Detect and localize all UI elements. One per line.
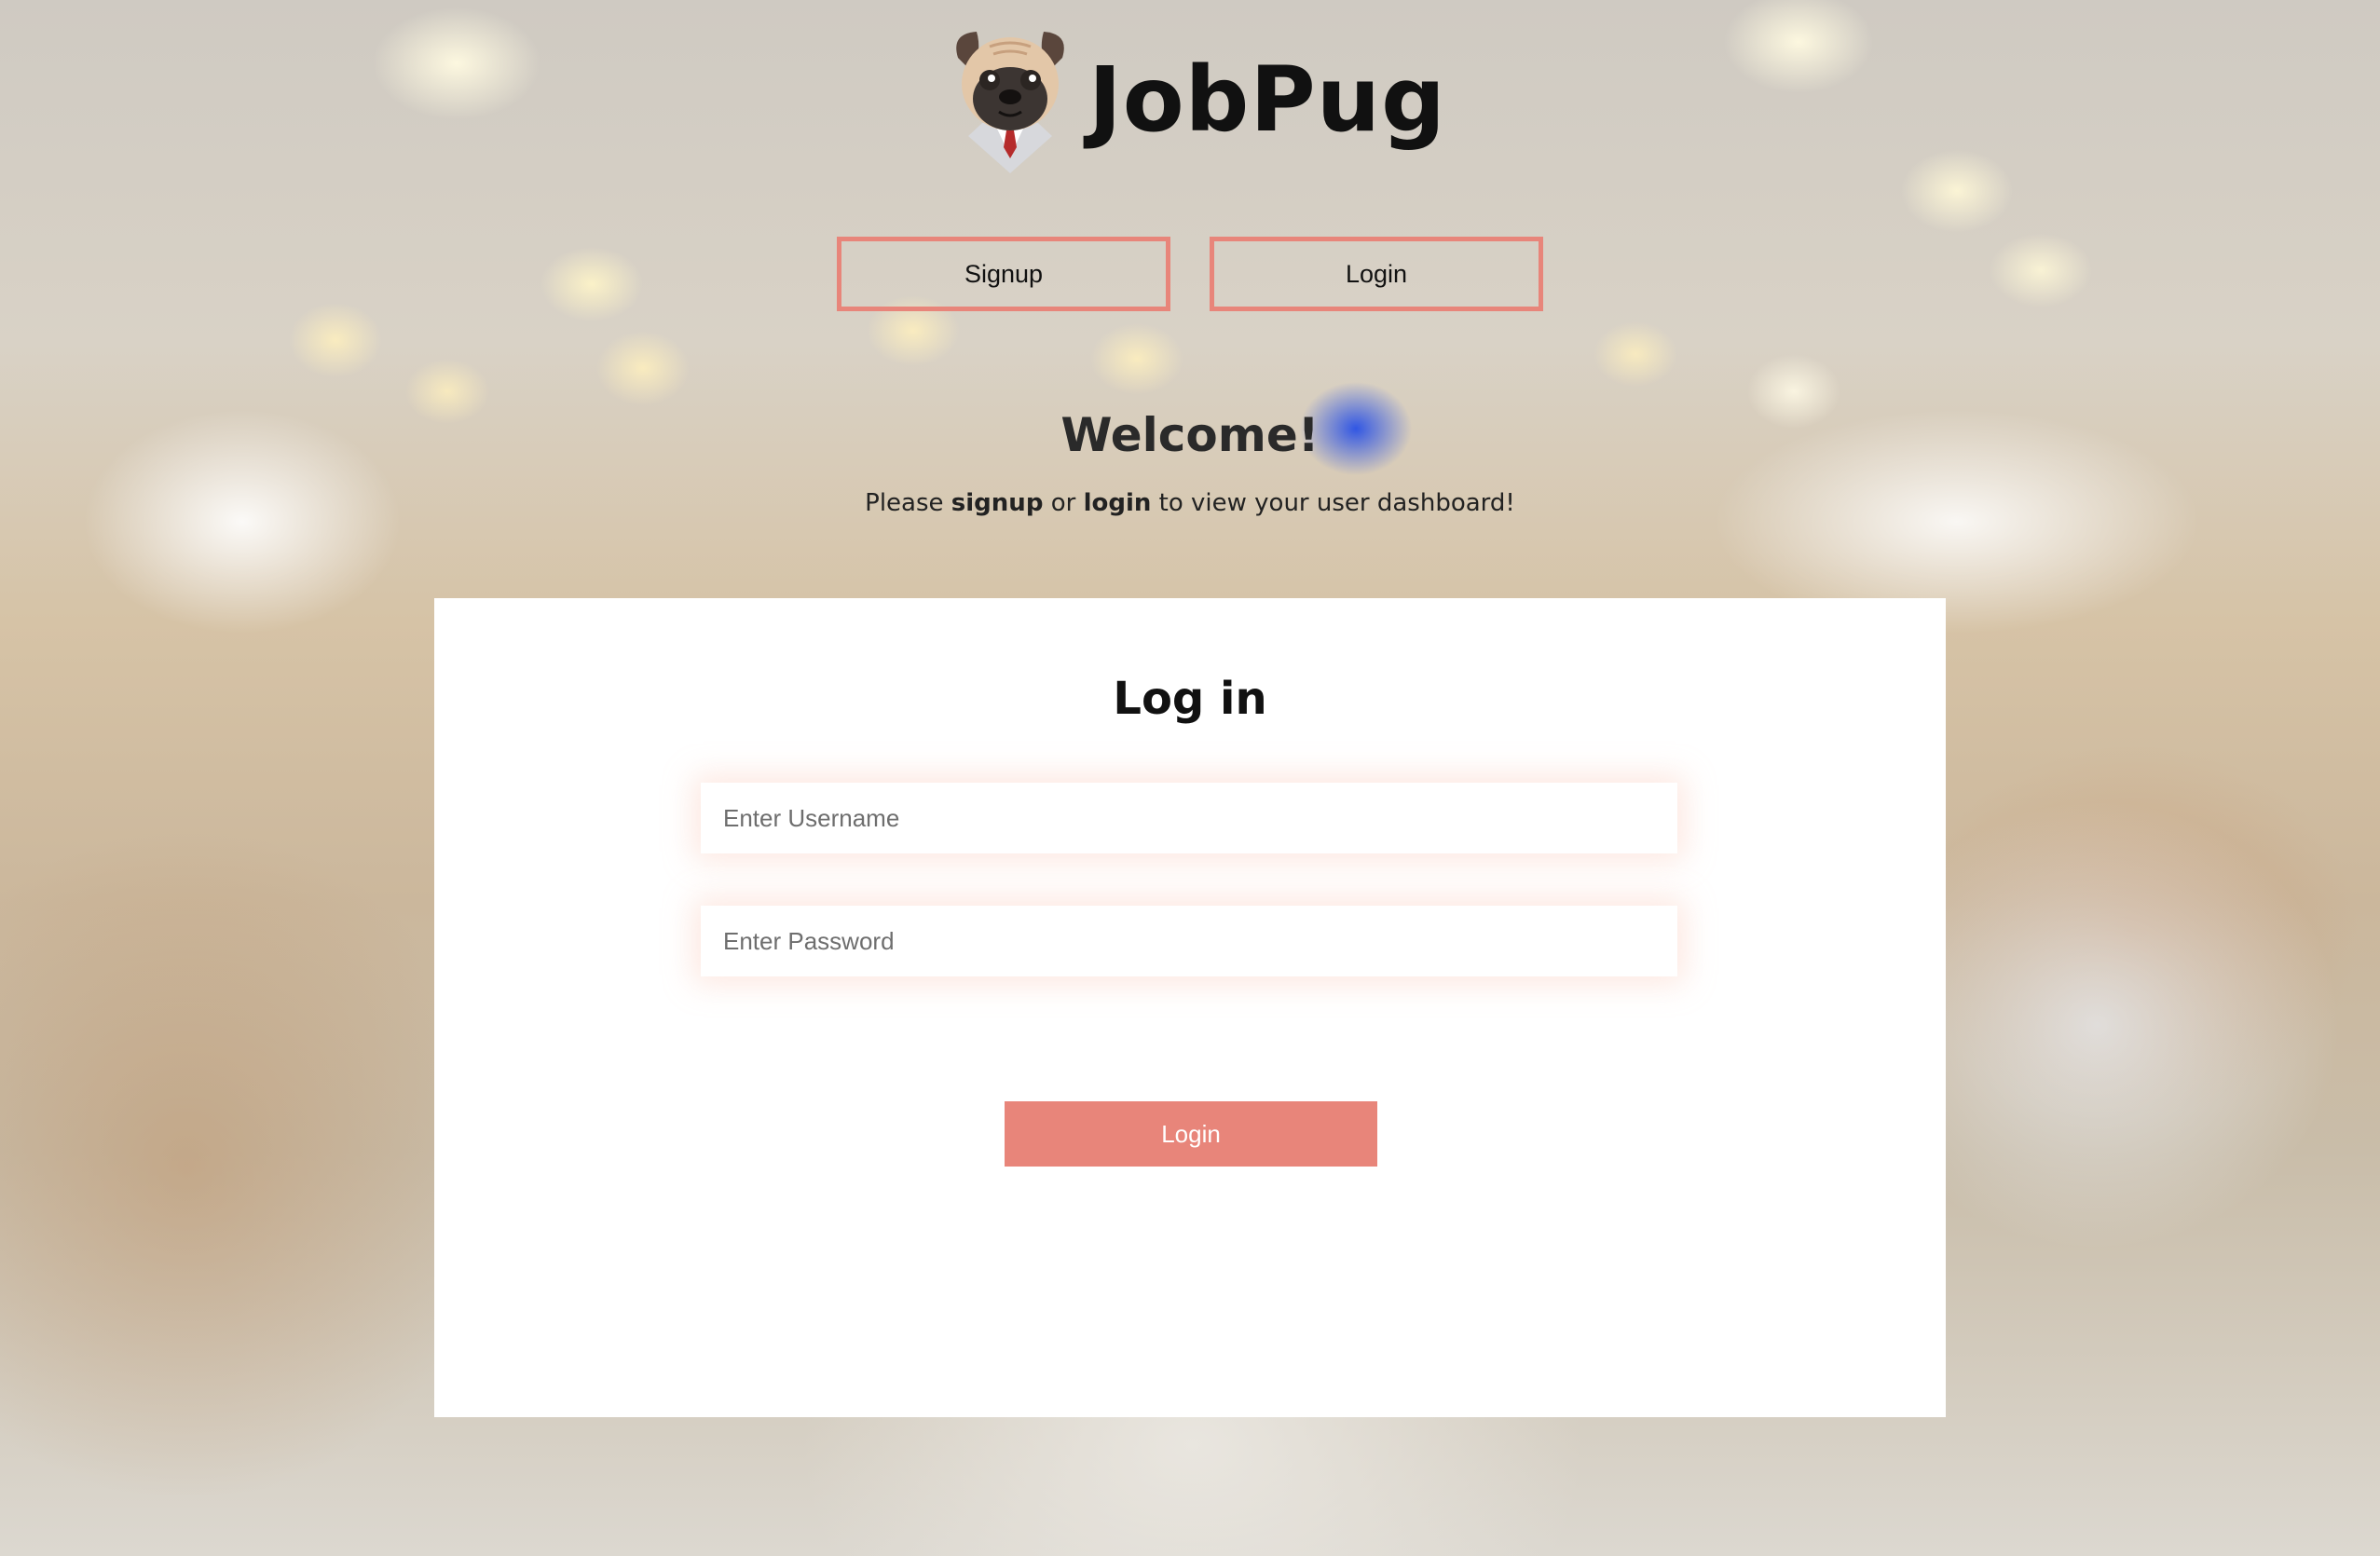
signup-nav-button[interactable]: Signup bbox=[837, 237, 1170, 311]
login-card-title: Log in bbox=[1113, 673, 1267, 725]
welcome-message: Please signup or login to view your user… bbox=[0, 489, 2380, 517]
brand-logo[interactable]: JobPug bbox=[945, 26, 1446, 173]
brand-name: JobPug bbox=[1088, 48, 1446, 152]
login-submit-button[interactable]: Login bbox=[1005, 1101, 1377, 1167]
welcome-signup-word: signup bbox=[951, 489, 1044, 517]
username-input[interactable] bbox=[701, 783, 1677, 853]
password-input[interactable] bbox=[701, 906, 1677, 976]
welcome-login-word: login bbox=[1083, 489, 1152, 517]
pug-in-suit-icon bbox=[956, 32, 1064, 173]
welcome-heading: Welcome! bbox=[1060, 408, 1320, 462]
login-card: Log in Login bbox=[434, 598, 1946, 1417]
welcome-text-after: to view your user dashboard! bbox=[1158, 489, 1515, 517]
page: { "brand": { "name": "JobPug", "logo_ico… bbox=[0, 0, 2380, 1556]
login-nav-button[interactable]: Login bbox=[1210, 237, 1543, 311]
welcome-text-before: Please bbox=[865, 489, 944, 517]
welcome-text-middle: or bbox=[1050, 489, 1076, 517]
